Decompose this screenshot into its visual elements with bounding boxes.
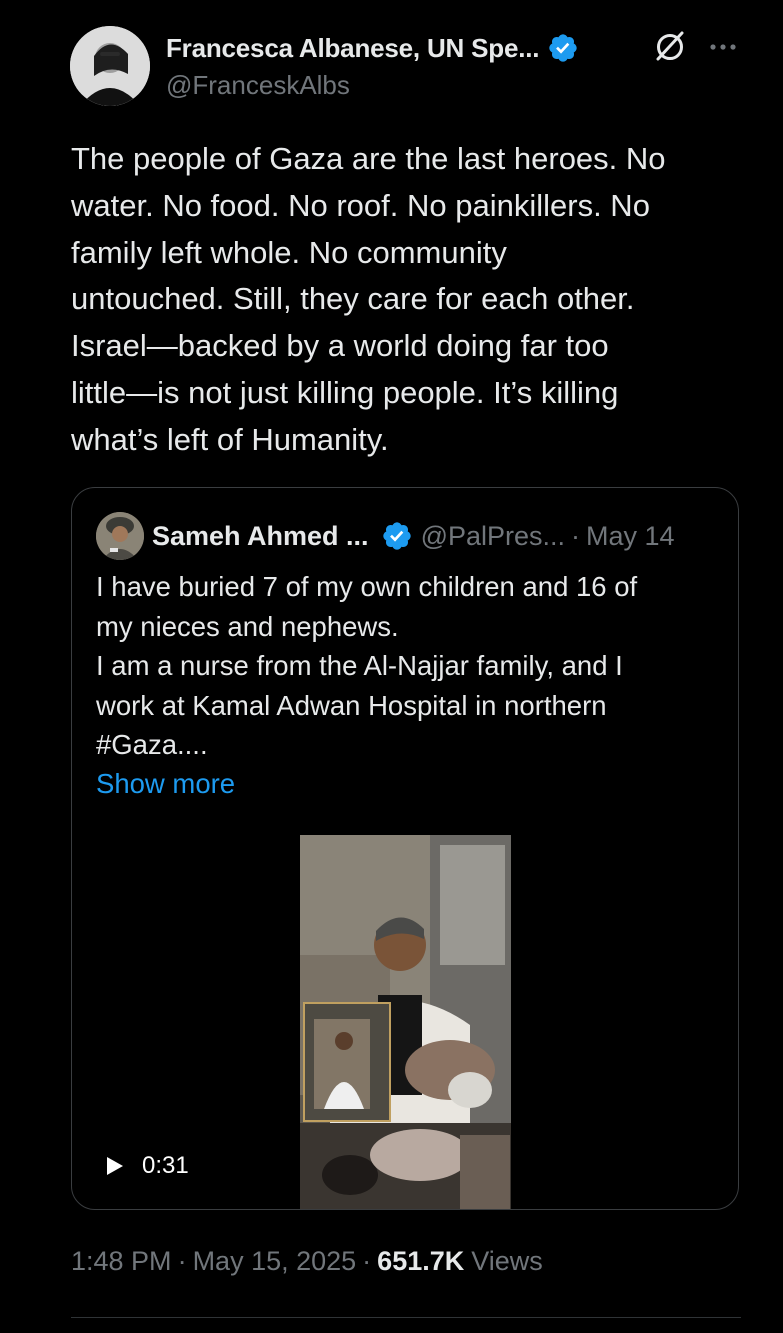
quoted-tweet-date[interactable]: May 14 [586,521,675,552]
grok-icon[interactable] [652,28,688,64]
verified-badge-icon [549,34,577,62]
separator-dot: · [571,520,581,551]
author-display-name[interactable]: Francesca Albanese, UN Spe... [166,33,539,64]
tweet-meta: 1:48 PM · May 15, 2025 · 651.7K Views [71,1246,543,1277]
quoted-author-avatar [96,512,144,560]
views-count[interactable]: 651.7K [377,1246,464,1277]
separator-dot: · [362,1246,372,1276]
author-avatar[interactable] [70,26,150,106]
tweet-text: The people of Gaza are the last heroes. … [71,141,666,457]
divider [71,1317,741,1318]
views-label: Views [471,1246,543,1276]
author-handle[interactable]: @FranceskAlbs [166,70,350,101]
play-icon [107,1157,123,1175]
video-play-badge[interactable]: 0:31 [106,1150,189,1182]
show-more-link[interactable]: Show more [96,764,235,804]
quoted-tweet-header: Sameh Ahmed ... @PalPres... · May 14 [96,512,675,560]
tweet-header: Francesca Albanese, UN Spe... @FranceskA… [70,26,750,106]
more-options-icon[interactable] [706,30,740,64]
quoted-video-thumbnail[interactable] [300,835,511,1209]
verified-badge-icon [382,522,411,550]
tweet-time[interactable]: 1:48 PM [71,1246,172,1277]
author-name-row: Francesca Albanese, UN Spe... [166,28,579,68]
separator-dot: · [177,1246,187,1276]
quoted-author-display-name[interactable]: Sameh Ahmed ... [152,521,369,552]
tweet-date[interactable]: May 15, 2025 [193,1246,357,1277]
quoted-author-handle[interactable]: @PalPres... [421,521,565,552]
quoted-tweet-text: I have buried 7 of my own children and 1… [96,571,638,760]
video-duration: 0:31 [142,1152,189,1179]
quoted-tweet-card[interactable]: Sameh Ahmed ... @PalPres... · May 14 I h… [71,487,739,1210]
